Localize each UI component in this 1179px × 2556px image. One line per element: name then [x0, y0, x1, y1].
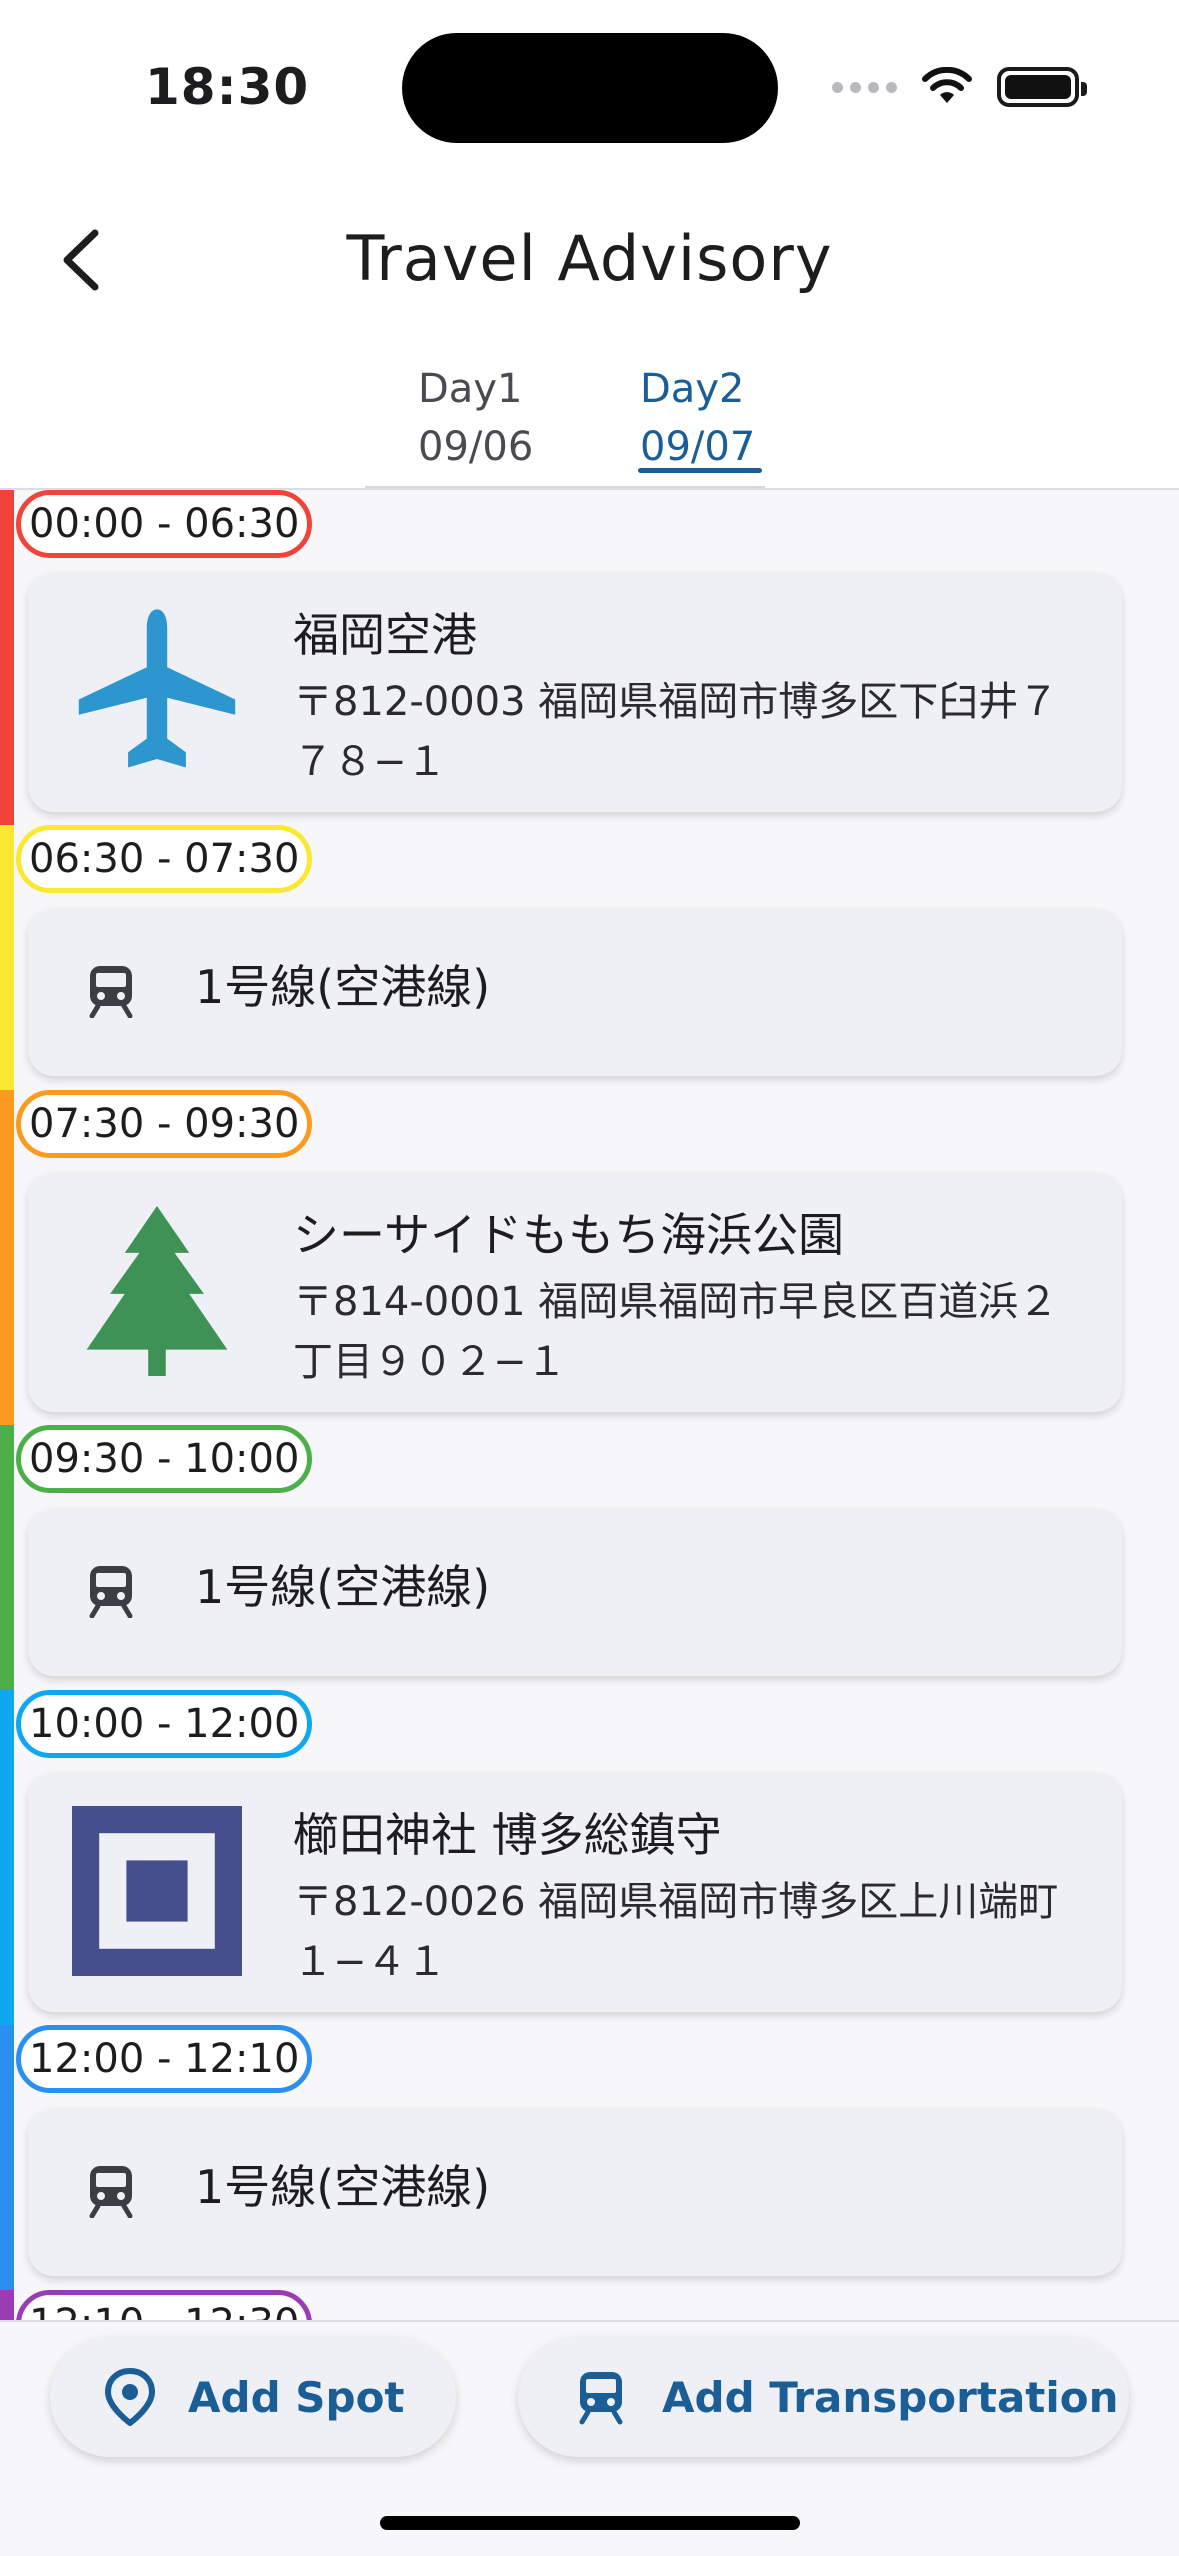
time-range-badge: 12:00 - 12:10 — [16, 2025, 313, 2093]
spot-card[interactable]: シーサイドももち海浜公園 〒814-0001 福岡県福岡市早良区百道浜２丁目９０… — [28, 1172, 1122, 1412]
app-header: Travel Advisory Day1 09/06 Day2 09/07 — [0, 170, 1179, 490]
tab-day-label: Day1 — [418, 366, 523, 412]
transport-name: 1号線(空港線) — [195, 960, 491, 1014]
transport-name: 1号線(空港線) — [195, 2160, 491, 2214]
spot-card[interactable]: 櫛田神社 博多総鎮守 〒812-0026 福岡県福岡市博多区上川端町１−４１ — [28, 1772, 1122, 2012]
add-spot-button[interactable]: Add Spot — [50, 2337, 456, 2457]
active-tab-indicator — [638, 468, 762, 473]
train-icon — [89, 1566, 133, 1618]
tab-date-label: 09/06 — [418, 424, 534, 470]
cellular-signal-icon — [832, 81, 897, 93]
dynamic-island — [402, 33, 778, 143]
timeline-rail-segment — [0, 1425, 14, 1690]
transport-name: 1号線(空港線) — [195, 1560, 491, 1614]
spot-name: シーサイドももち海浜公園 — [293, 1208, 845, 1262]
spot-address: 〒812-0026 福岡県福岡市博多区上川端町１−４１ — [293, 1879, 1059, 1985]
transport-card[interactable]: 1号線(空港線) — [28, 2108, 1122, 2276]
tab-day1[interactable]: Day1 09/06 — [418, 360, 598, 476]
transport-card[interactable]: 1号線(空港線) — [28, 1508, 1122, 1676]
map-pin-icon — [105, 2368, 155, 2426]
spot-name: 櫛田神社 博多総鎮守 — [293, 1808, 722, 1862]
tab-underline — [365, 486, 765, 488]
timeline-rail-segment — [0, 825, 14, 1090]
timeline-list[interactable]: 00:00 - 06:30 福岡空港 〒812-0003 福岡県福岡市博多区下臼… — [0, 490, 1179, 2320]
timeline-rail-segment — [0, 490, 14, 825]
timeline-rail-segment — [0, 2290, 14, 2320]
spot-name: 福岡空港 — [293, 608, 477, 662]
wifi-icon — [922, 67, 972, 103]
time-range-badge: 09:30 - 10:00 — [16, 1425, 313, 1493]
spot-address: 〒812-0003 福岡県福岡市博多区下臼井７７８−１ — [293, 679, 1059, 785]
spot-card[interactable]: 福岡空港 〒812-0003 福岡県福岡市博多区下臼井７７８−１ — [28, 572, 1122, 812]
status-bar: 18:30 — [0, 0, 1179, 170]
battery-icon — [997, 67, 1087, 107]
status-indicators — [832, 62, 1087, 112]
time-range-badge: 07:30 - 09:30 — [16, 1090, 313, 1158]
timeline-rail-segment — [0, 1090, 14, 1425]
add-transportation-label: Add Transportation — [662, 2372, 1119, 2422]
time-range-badge: 10:00 - 12:00 — [16, 1690, 313, 1758]
shrine-square-icon — [72, 1806, 242, 1976]
transport-card[interactable]: 1号線(空港線) — [28, 908, 1122, 1076]
status-time: 18:30 — [145, 58, 310, 116]
timeline-rail-segment — [0, 2025, 14, 2290]
time-range-badge: 06:30 - 07:30 — [16, 825, 313, 893]
home-indicator[interactable] — [380, 2516, 800, 2530]
time-range-badge: 12:10 - 12:30 — [16, 2290, 313, 2320]
timeline-rail-segment — [0, 1690, 14, 2025]
train-icon — [89, 2166, 133, 2218]
add-spot-label: Add Spot — [188, 2372, 405, 2422]
tab-day-label: Day2 — [640, 366, 745, 412]
spot-address: 〒814-0001 福岡県福岡市早良区百道浜２丁目９０２−１ — [293, 1279, 1059, 1385]
add-transportation-button[interactable]: Add Transportation — [518, 2337, 1129, 2457]
train-icon — [89, 966, 133, 1018]
tree-icon — [72, 1206, 242, 1376]
tab-day2[interactable]: Day2 09/07 — [640, 360, 820, 476]
page-title: Travel Advisory — [346, 222, 833, 295]
train-icon — [579, 2372, 623, 2425]
airplane-icon — [72, 606, 242, 776]
time-range-badge: 00:00 - 06:30 — [16, 490, 313, 558]
